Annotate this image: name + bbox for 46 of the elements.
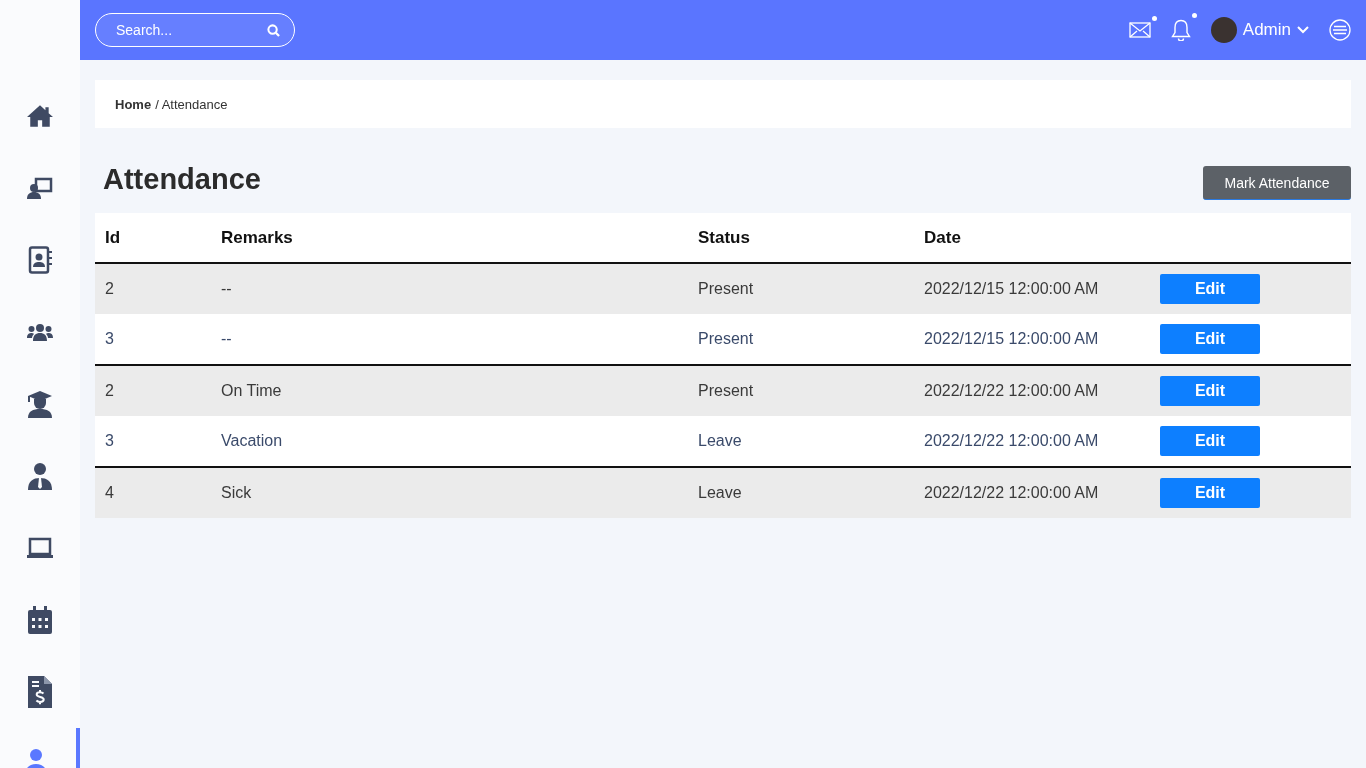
edit-button[interactable]: Edit [1160, 324, 1260, 354]
table-cell: Present [688, 263, 914, 314]
table-cell: -- [211, 314, 688, 365]
table-cell: 2022/12/22 12:00:00 AM [914, 467, 1150, 518]
table-cell: 2022/12/22 12:00:00 AM [914, 416, 1150, 467]
table-cell: Leave [688, 467, 914, 518]
table-cell: 2 [95, 365, 211, 416]
table-cell: 2022/12/15 12:00:00 AM [914, 314, 1150, 365]
home-icon [27, 104, 53, 128]
table-cell: -- [211, 263, 688, 314]
people-group-icon [27, 323, 53, 341]
person-with-tie-icon [27, 462, 53, 490]
table-cell: 4 [95, 467, 211, 518]
page-title: Attendance [103, 162, 261, 196]
table-cell: Present [688, 314, 914, 365]
edit-button[interactable]: Edit [1160, 274, 1260, 304]
breadcrumb-link[interactable]: Home [115, 96, 152, 112]
calendar-icon [28, 606, 52, 634]
search-field[interactable]: Search... [95, 13, 295, 47]
invoice-dollar-icon [28, 676, 52, 708]
mark-attendance-button[interactable]: Mark Attendance [1203, 166, 1351, 200]
table-cell: 2 [95, 263, 211, 314]
table-cell: Sick [211, 467, 688, 518]
edit-button[interactable]: Edit [1160, 376, 1260, 406]
table-cell: Vacation [211, 416, 688, 467]
table-cell: Present [688, 365, 914, 416]
chevron-down-icon[interactable] [1297, 26, 1309, 34]
mail-icon[interactable] [1128, 22, 1151, 38]
avatar[interactable] [1210, 17, 1237, 43]
table-cell: On Time [211, 365, 688, 416]
user-name[interactable]: Admin [1242, 20, 1291, 40]
table-cell: 3 [95, 314, 211, 365]
address-book-icon [28, 246, 52, 274]
table-cell: 2022/12/22 12:00:00 AM [914, 365, 1150, 416]
bell-icon[interactable] [1170, 19, 1191, 41]
table-cell: 3 [95, 416, 211, 467]
search-icon[interactable] [267, 24, 280, 37]
table-cell: Leave [688, 416, 914, 467]
graduate-icon [27, 390, 53, 418]
laptop-icon [27, 537, 53, 559]
edit-button[interactable]: Edit [1160, 426, 1260, 456]
breadcrumb-current: / Attendance [155, 96, 228, 112]
table-cell: 2022/12/15 12:00:00 AM [914, 263, 1150, 314]
presenter-board-icon [27, 176, 53, 200]
menu-icon[interactable] [1329, 19, 1351, 41]
edit-button[interactable]: Edit [1160, 478, 1260, 508]
